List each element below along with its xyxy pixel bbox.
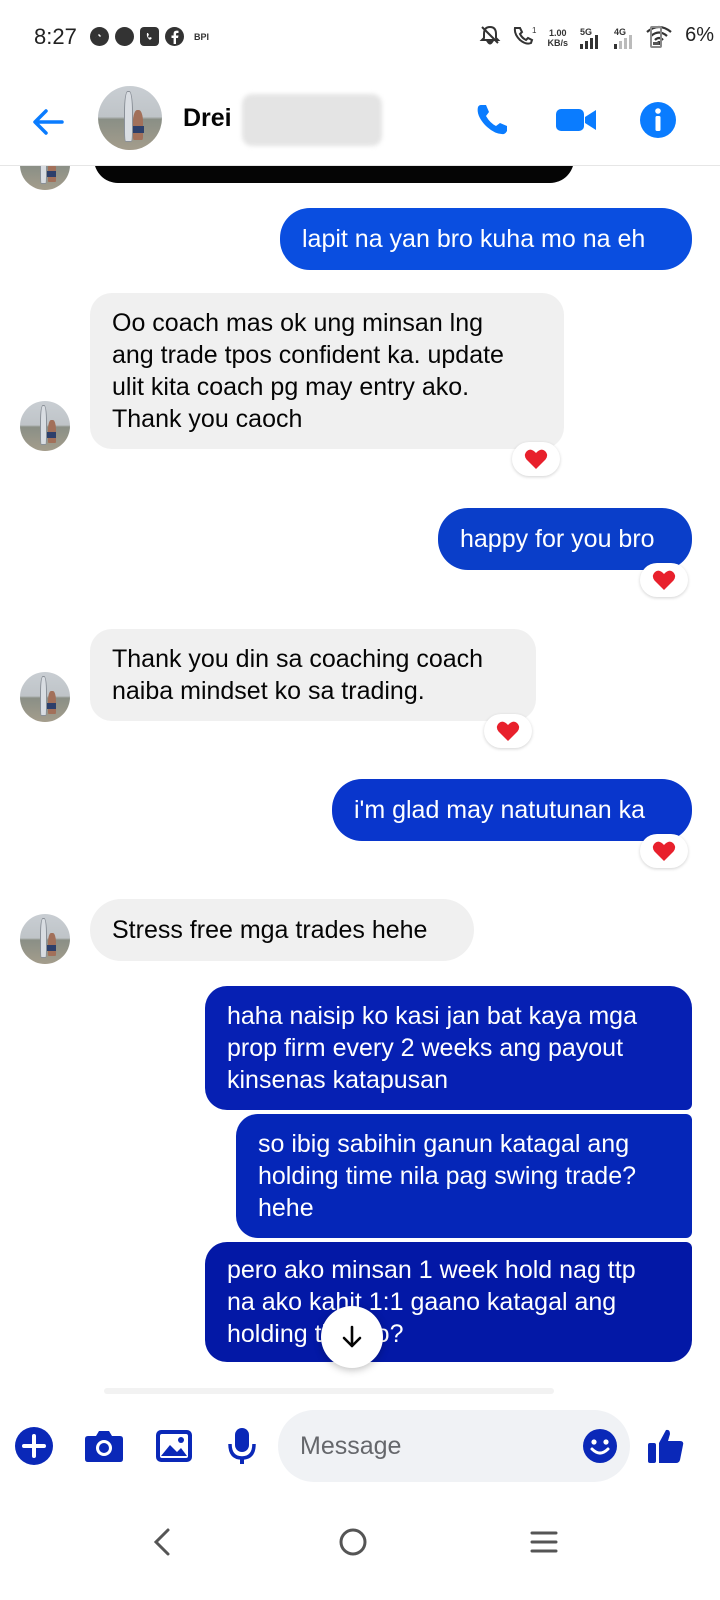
- contact-avatar-small: [20, 672, 70, 722]
- status-time: 8:27: [34, 24, 77, 49]
- info-icon: [640, 102, 676, 138]
- message-line: na ako kahit 1:1 gaano katagal ang: [227, 1288, 617, 1316]
- bpi-label: BPI: [194, 31, 210, 42]
- message-line: holding ti mo?: [227, 1320, 404, 1348]
- video-call-button[interactable]: [552, 96, 600, 144]
- net-speed: 1.00 KB/s: [547, 28, 568, 48]
- message-text: i'm glad may natutunan ka: [354, 796, 646, 824]
- message-line: haha naisip ko kasi jan bat kaya mga: [227, 1002, 637, 1030]
- message-outgoing[interactable]: i'm glad may natutunan ka: [332, 779, 692, 841]
- message-text: happy for you bro: [460, 525, 655, 553]
- message-composer: [0, 1402, 720, 1490]
- phone-icon: [477, 105, 507, 135]
- scroll-to-bottom-button[interactable]: [321, 1306, 383, 1368]
- system-icons: 1 1.00 KB/s 5G 4G: [479, 24, 672, 51]
- back-arrow-icon: [33, 109, 64, 135]
- message-line: pero ako minsan 1 week hold nag ttp: [227, 1256, 636, 1284]
- smiley-icon: [583, 1429, 617, 1463]
- thumbs-up-icon: [648, 1429, 684, 1463]
- heart-icon: [652, 570, 676, 590]
- heart-icon: [496, 721, 520, 741]
- battery-level: 6%: [685, 24, 714, 46]
- mute-bell-icon: [479, 24, 501, 51]
- message-outgoing[interactable]: lapit na yan bro kuha mo na eh: [280, 208, 692, 270]
- message-text: Stress free mga trades hehe: [112, 916, 428, 944]
- like-button[interactable]: [644, 1424, 688, 1468]
- chat-header: Drei: [0, 78, 720, 166]
- net-speed-unit: KB/s: [547, 37, 568, 48]
- message-line: Thank you din sa coaching coach: [112, 645, 484, 673]
- message-line: kinsenas katapusan: [227, 1066, 448, 1094]
- message-outgoing[interactable]: so ibig sabihin ganun katagal ang holdin…: [236, 1114, 692, 1238]
- emoji-button[interactable]: [578, 1424, 622, 1468]
- heart-icon: [524, 449, 548, 469]
- heart-reaction[interactable]: [484, 714, 532, 748]
- message-incoming[interactable]: Oo coach mas ok ung minsan lng ang trade…: [90, 293, 564, 449]
- camera-icon: [85, 1431, 123, 1462]
- more-actions-button[interactable]: [12, 1424, 56, 1468]
- back-button[interactable]: [26, 100, 70, 144]
- home-circle-icon: [339, 1528, 367, 1556]
- message-incoming[interactable]: Stress free mga trades hehe: [90, 899, 474, 961]
- info-button[interactable]: [634, 96, 682, 144]
- message-outgoing[interactable]: happy for you bro: [438, 508, 692, 570]
- messenger-icon: [90, 27, 109, 46]
- svg-text:1: 1: [532, 26, 537, 35]
- contact-avatar[interactable]: [98, 86, 162, 150]
- message-text: lapit na yan bro kuha mo na eh: [302, 225, 646, 253]
- voice-call-button[interactable]: [468, 96, 516, 144]
- system-nav-bar: [0, 1490, 720, 1600]
- redacted-name: [242, 94, 382, 146]
- nav-home-button[interactable]: [323, 1512, 383, 1572]
- chevron-left-icon: [153, 1528, 170, 1556]
- arrow-down-icon: [342, 1325, 362, 1348]
- message-outgoing[interactable]: haha naisip ko kasi jan bat kaya mga pro…: [205, 986, 692, 1110]
- status-bar: 8:27 BPI 1 1.00 KB/s 5G 4G 6%: [0, 0, 720, 78]
- message-outgoing[interactable]: pero ako minsan 1 week hold nag ttp na a…: [205, 1242, 692, 1362]
- battery-icon: [650, 26, 662, 48]
- message-line: hehe: [258, 1194, 314, 1222]
- heart-reaction[interactable]: [640, 563, 688, 597]
- contact-name[interactable]: Drei: [183, 104, 232, 133]
- net-speed-value: 1.00: [548, 27, 567, 38]
- nav-back-button[interactable]: [132, 1512, 192, 1572]
- wifi-call-icon: 1: [511, 24, 537, 51]
- gallery-button[interactable]: [152, 1424, 196, 1468]
- facebook-icon: [165, 27, 184, 46]
- next-message-edge: [104, 1388, 554, 1394]
- message-line: naiba mindset ko sa trading.: [112, 677, 425, 705]
- message-line: prop firm every 2 weeks ang payout: [227, 1034, 624, 1062]
- message-line: holding time nila pag swing trade?: [258, 1162, 637, 1190]
- heart-reaction[interactable]: [640, 834, 688, 868]
- message-incoming[interactable]: Thank you din sa coaching coach naiba mi…: [90, 629, 536, 721]
- signal-5g-icon: 5G: [578, 27, 602, 49]
- image-icon: [156, 1430, 192, 1462]
- signal-4g-icon: 4G: [612, 27, 636, 49]
- menu-lines-icon: [530, 1531, 558, 1553]
- message-line: Oo coach mas ok ung minsan lng: [112, 309, 484, 337]
- message-line: ulit kita coach pg may entry ako.: [112, 373, 470, 401]
- voice-record-button[interactable]: [220, 1424, 264, 1468]
- plus-icon: [15, 1427, 53, 1465]
- viber-icon: [140, 27, 159, 46]
- message-line: Thank you caoch: [112, 405, 303, 433]
- contact-avatar-small: [20, 401, 70, 451]
- heart-icon: [652, 841, 676, 861]
- video-camera-icon: [556, 109, 596, 131]
- notification-icons: BPI: [90, 27, 209, 46]
- message-line: ang trade tpos confident ka. update: [112, 341, 504, 369]
- heart-reaction[interactable]: [512, 442, 560, 476]
- chat-icon: [115, 27, 134, 46]
- contact-avatar-small: [20, 914, 70, 964]
- message-line: so ibig sabihin ganun katagal ang: [258, 1130, 630, 1158]
- microphone-icon: [228, 1428, 256, 1464]
- nav-recents-button[interactable]: [514, 1512, 574, 1572]
- camera-button[interactable]: [82, 1424, 126, 1468]
